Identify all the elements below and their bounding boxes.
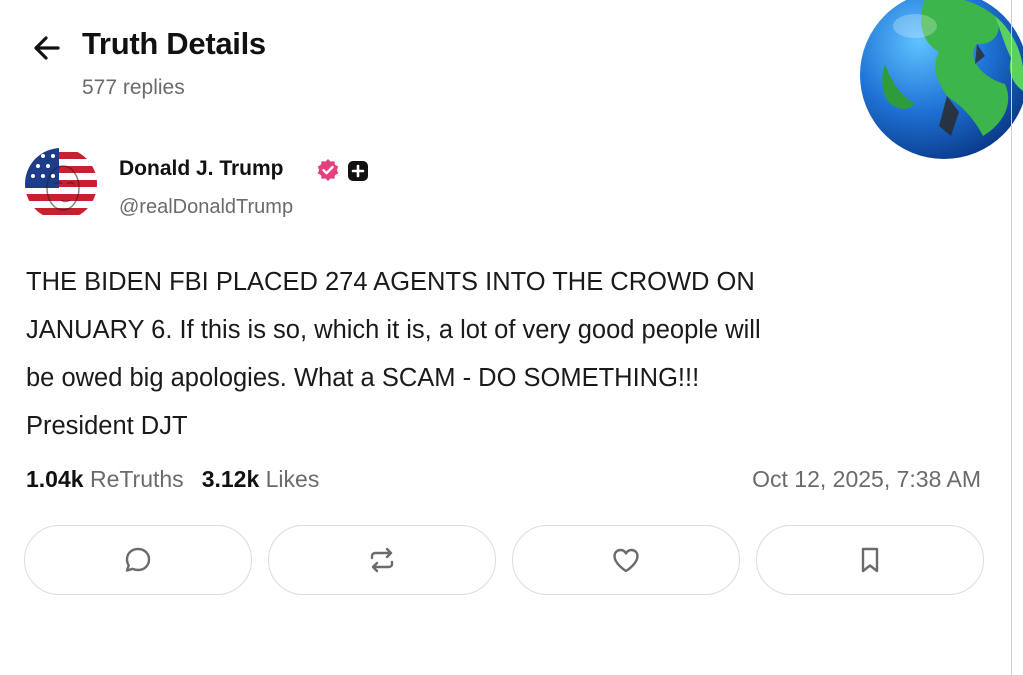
- reply-button[interactable]: [24, 525, 252, 595]
- likes-stat[interactable]: 3.12k Likes: [202, 466, 320, 492]
- column-divider: [1011, 0, 1012, 675]
- verified-badge-icon: [317, 159, 339, 181]
- post-line: be owed big apologies. What a SCAM - DO …: [26, 364, 700, 392]
- author-name[interactable]: Donald J. Trump: [119, 157, 284, 181]
- replies-count: 577 replies: [82, 76, 185, 99]
- post-timestamp: Oct 12, 2025, 7:38 AM: [752, 466, 981, 492]
- bookmark-button[interactable]: [756, 525, 984, 595]
- post-body: THE BIDEN FBI PLACED 274 AGENTS INTO THE…: [26, 258, 986, 450]
- retruths-label: ReTruths: [89, 466, 184, 492]
- post-line: President DJT: [26, 412, 188, 440]
- avatar[interactable]: [25, 148, 97, 220]
- retruths-count: 1.04k: [26, 466, 84, 492]
- comment-icon: [125, 547, 151, 572]
- bookmark-icon: [861, 547, 879, 573]
- post-line: JANUARY 6. If this is so, which it is, a…: [26, 316, 761, 344]
- repost-icon: [370, 547, 394, 573]
- back-button[interactable]: [28, 30, 68, 66]
- globe-logo: [860, 0, 1023, 159]
- likes-count: 3.12k: [201, 466, 260, 492]
- retruth-button[interactable]: [268, 525, 496, 595]
- avatar-image: [25, 148, 97, 220]
- likes-label: Likes: [265, 466, 320, 492]
- like-button[interactable]: [512, 525, 740, 595]
- plus-badge-icon: [348, 161, 368, 181]
- page-title: Truth Details: [82, 26, 266, 61]
- post-line: THE BIDEN FBI PLACED 274 AGENTS INTO THE…: [26, 268, 755, 296]
- retruths-stat[interactable]: 1.04k ReTruths: [26, 466, 184, 492]
- heart-icon: [613, 548, 639, 573]
- author-handle[interactable]: @realDonaldTrump: [119, 196, 293, 219]
- arrow-left-icon: [34, 36, 60, 60]
- post-stats: 1.04k ReTruths 3.12k Likes: [26, 466, 319, 493]
